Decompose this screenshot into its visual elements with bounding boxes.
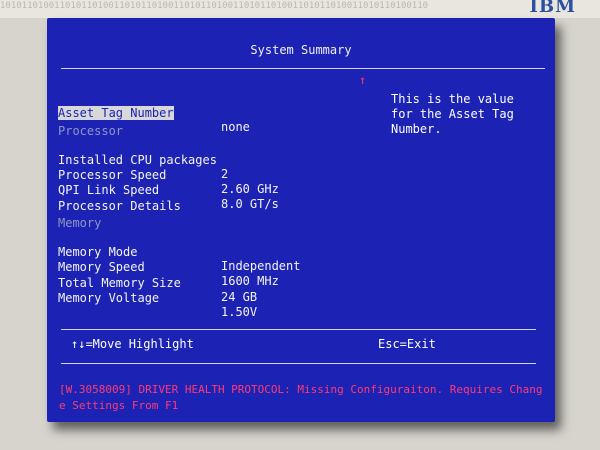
qpi-link-speed-value: 8.0 GT/s [221, 197, 279, 211]
help-text: This is the value for the Asset Tag Numb… [391, 92, 514, 136]
memory-voltage-value: 1.50V [221, 305, 258, 319]
cpu-packages-value: 2 [221, 167, 229, 181]
scroll-up-indicator: ↑ [359, 73, 367, 87]
processor-speed-value: 2.60 GHz [221, 182, 279, 196]
memory-speed-value: 1600 MHz [221, 274, 279, 288]
memory-voltage-row: Memory Voltage 1.50V [58, 277, 257, 333]
footer-divider-bottom [61, 363, 536, 364]
background-binary-strip: 1010110100110101101001101011010011010110… [0, 0, 600, 18]
memory-voltage-label: Memory Voltage [58, 291, 160, 305]
memory-section-heading: Memory [58, 216, 102, 230]
ibm-logo: IBM [529, 0, 576, 17]
esc-exit-hint[interactable]: Esc=Exit [378, 337, 436, 351]
processor-section-heading: Processor [58, 124, 124, 138]
processor-details-label: Processor Details [58, 199, 181, 213]
move-highlight-hint: ↑↓=Move Highlight [71, 337, 194, 351]
error-message: [W.3058009] DRIVER HEALTH PROTOCOL: Miss… [59, 383, 543, 412]
bios-setup-screen: System Summary ↑ Asset Tag Number none P… [47, 18, 555, 422]
title-divider [61, 68, 545, 69]
footer-divider-top [61, 329, 536, 330]
asset-tag-label: Asset Tag Number [58, 106, 174, 120]
total-memory-size-value: 24 GB [221, 290, 258, 304]
memory-mode-value: Independent [221, 259, 301, 273]
screen-title: System Summary [250, 43, 352, 57]
asset-tag-value: none [221, 120, 250, 134]
